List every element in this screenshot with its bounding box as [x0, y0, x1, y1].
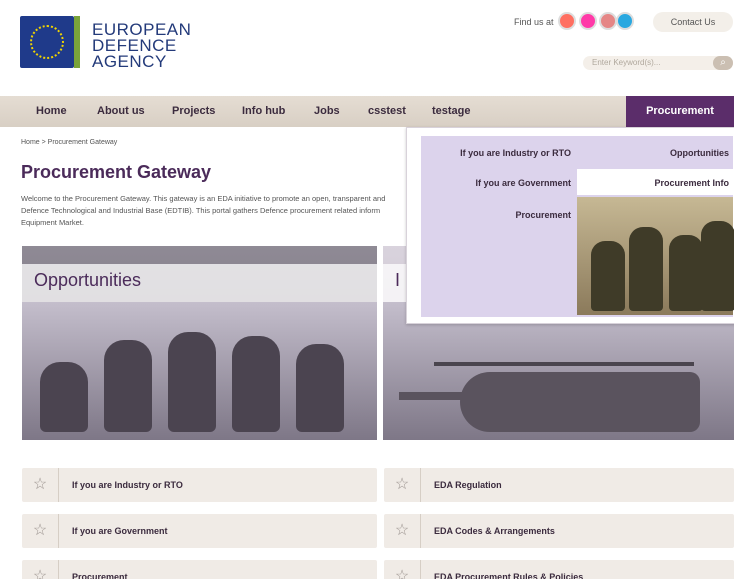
link-row-eda-codes[interactable]: ☆ EDA Codes & Arrangements	[384, 514, 734, 548]
link-row-procurement[interactable]: ☆ Procurement	[22, 560, 377, 579]
soldier-figure	[40, 362, 88, 432]
soldier-figure	[591, 241, 625, 311]
logo-line-3: AGENCY	[92, 52, 167, 71]
find-us-label: Find us at	[514, 17, 554, 27]
link-row-eda-regulation[interactable]: ☆ EDA Regulation	[384, 468, 734, 502]
soldier-figure	[296, 344, 344, 432]
procurement-gateway-dropdown: If you are Industry or RTO If you are Go…	[406, 127, 734, 324]
soldier-figure	[669, 235, 703, 311]
nav-item-jobs[interactable]: Jobs	[314, 96, 340, 127]
search-placeholder: Enter Keyword(s)...	[592, 58, 661, 67]
link-text: EDA Codes & Arrangements	[434, 526, 555, 536]
page-title: Procurement Gateway	[21, 162, 212, 182]
contact-us-button[interactable]: Contact Us	[653, 12, 733, 32]
soldier-figure	[168, 332, 216, 432]
dropdown-item-procurement-info[interactable]: Procurement Info	[654, 178, 729, 188]
intro-text: Welcome to the Procurement Gateway. This…	[21, 193, 411, 229]
dropdown-left-column	[421, 136, 577, 317]
star-ring-icon	[30, 25, 64, 59]
helicopter-tail	[399, 392, 489, 400]
star-icon: ☆	[22, 514, 59, 548]
page: EUROPEAN DEFENCE AGENCY Find us at Conta…	[0, 0, 734, 579]
dropdown-item-opportunities[interactable]: Opportunities	[670, 148, 729, 158]
nav-item-info-hub[interactable]: Info hub	[242, 96, 285, 127]
logo-text: EUROPEAN DEFENCE AGENCY	[92, 21, 191, 71]
search-icon[interactable]: ⌕	[713, 56, 733, 70]
nav-item-procurement-gateway[interactable]: Procurement Gateway	[626, 96, 734, 148]
link-row-government[interactable]: ☆ If you are Government	[22, 514, 377, 548]
nav-item-home[interactable]: Home	[36, 96, 67, 127]
link-text: If you are Government	[72, 526, 168, 536]
rss-icon[interactable]	[599, 12, 617, 30]
soldiers-photo	[22, 302, 377, 440]
dropdown-soldiers-photo	[577, 197, 734, 315]
flickr-icon[interactable]	[579, 12, 597, 30]
twitter-icon[interactable]	[616, 12, 634, 30]
link-text: If you are Industry or RTO	[72, 480, 183, 490]
soldier-figure	[629, 227, 663, 311]
eda-logo[interactable]: EUROPEAN DEFENCE AGENCY	[20, 16, 191, 72]
soldier-figure	[701, 221, 734, 311]
breadcrumb[interactable]: Home > Procurement Gateway	[21, 139, 117, 146]
opportunities-panel[interactable]: Opportunities	[22, 246, 377, 440]
intro-line-3: Equipment Market.	[21, 218, 84, 227]
intro-line-2: Defence Technological and Industrial Bas…	[21, 206, 381, 215]
star-icon: ☆	[22, 560, 59, 579]
dropdown-item-industry-rto[interactable]: If you are Industry or RTO	[460, 148, 571, 158]
opportunities-label: Opportunities	[34, 270, 142, 290]
link-text: Procurement	[72, 572, 128, 579]
link-text: EDA Regulation	[434, 480, 502, 490]
helicopter-body	[460, 372, 700, 432]
star-icon: ☆	[384, 468, 421, 502]
youtube-icon[interactable]	[558, 12, 576, 30]
link-text: EDA Procurement Rules & Policies	[434, 572, 584, 579]
dropdown-item-procurement[interactable]: Procurement	[515, 210, 571, 220]
dropdown-item-government[interactable]: If you are Government	[475, 178, 571, 188]
link-row-eda-procurement-rules[interactable]: ☆ EDA Procurement Rules & Policies	[384, 560, 734, 579]
info-label: I	[395, 270, 401, 290]
soldier-figure	[104, 340, 152, 432]
intro-line-1: Welcome to the Procurement Gateway. This…	[21, 194, 386, 203]
nav-item-projects[interactable]: Projects	[172, 96, 215, 127]
nav-item-csstest[interactable]: csstest	[368, 96, 406, 127]
nav-item-testage[interactable]: testage	[432, 96, 471, 127]
nav-item-about-us[interactable]: About us	[97, 96, 145, 127]
star-icon: ☆	[384, 560, 421, 579]
main-nav: Home About us Projects Info hub Jobs css…	[0, 96, 734, 148]
star-icon: ☆	[384, 514, 421, 548]
star-icon: ☆	[22, 468, 59, 502]
soldier-figure	[232, 336, 280, 432]
search-input[interactable]: Enter Keyword(s)... ⌕	[583, 56, 733, 70]
link-row-industry-rto[interactable]: ☆ If you are Industry or RTO	[22, 468, 377, 502]
helicopter-rotor	[434, 362, 694, 366]
